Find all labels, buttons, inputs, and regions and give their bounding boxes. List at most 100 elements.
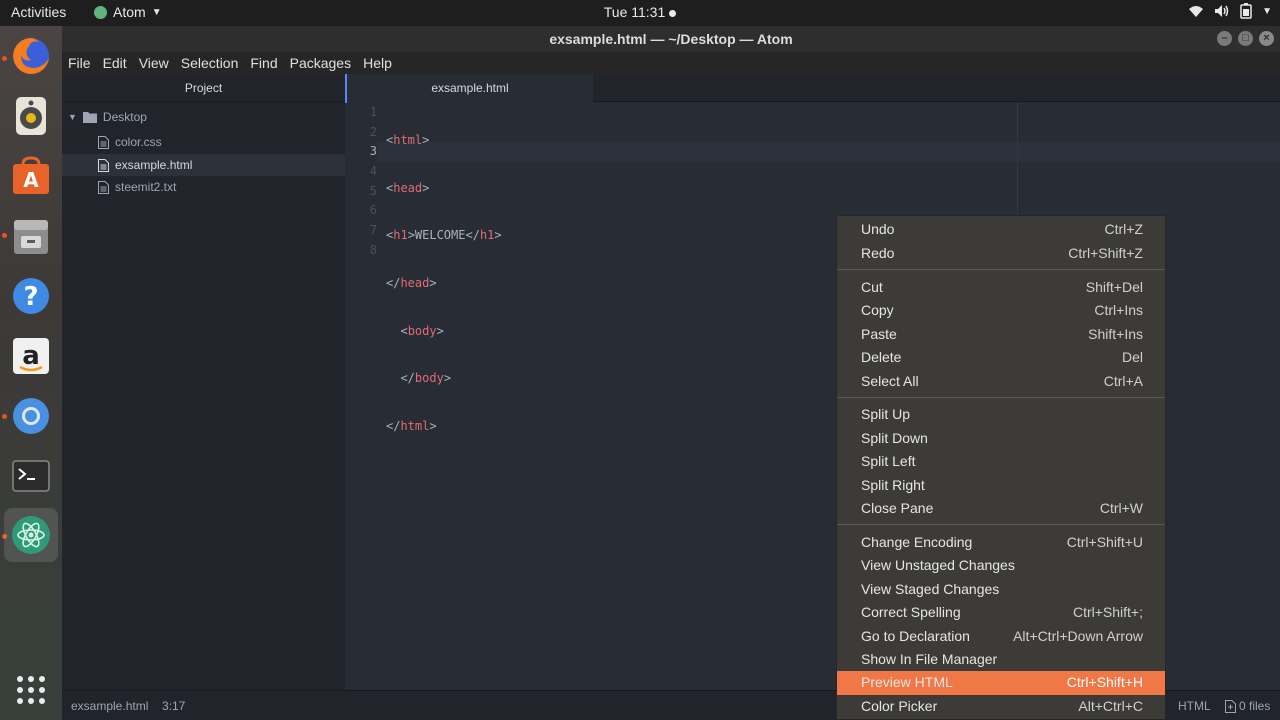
menu-item-label: Paste xyxy=(861,325,897,342)
menu-bar: File Edit View Selection Find Packages H… xyxy=(62,52,1280,74)
maximize-icon[interactable]: □ xyxy=(1238,31,1253,46)
menu-edit[interactable]: Edit xyxy=(97,52,133,74)
menu-item-view-unstaged-changes[interactable]: View Unstaged Changes xyxy=(837,554,1165,578)
menu-item-accel: Shift+Del xyxy=(1085,278,1143,295)
menu-item-label: Go to Declaration xyxy=(861,627,970,644)
code-line: <body> xyxy=(386,323,444,338)
atom-icon[interactable] xyxy=(4,508,58,562)
code-line: </body> xyxy=(386,371,452,386)
clock[interactable]: Tue 11:31 xyxy=(0,4,1280,20)
window-title-bar[interactable]: exsample.html — ~/Desktop — Atom – □ × xyxy=(62,26,1280,52)
menu-item-correct-spelling[interactable]: Correct Spelling Ctrl+Shift+; xyxy=(837,601,1165,625)
menu-find[interactable]: Find xyxy=(244,52,283,74)
menu-help[interactable]: Help xyxy=(357,52,398,74)
line-number: 4 xyxy=(369,164,377,179)
menu-item-split-down[interactable]: Split Down xyxy=(837,427,1165,451)
menu-item-accel: Ctrl+Shift+U xyxy=(1066,533,1143,550)
close-icon[interactable]: × xyxy=(1259,31,1274,46)
chromium-icon[interactable] xyxy=(9,394,53,438)
system-tray[interactable]: ▼ xyxy=(1188,3,1272,19)
code-line: <h1>WELCOME</h1> xyxy=(386,228,502,243)
menu-item-show-in-file-manager[interactable]: Show In File Manager xyxy=(837,648,1165,672)
firefox-icon[interactable] xyxy=(9,34,53,78)
help-icon[interactable]: ? xyxy=(9,274,53,318)
menu-item-label: Undo xyxy=(861,221,895,237)
tab-exsample-html[interactable]: exsample.html xyxy=(345,74,593,103)
code-line: <html> xyxy=(386,133,430,147)
menu-selection[interactable]: Selection xyxy=(175,52,245,74)
menu-item-accel: Ctrl+Z xyxy=(1104,221,1144,237)
menu-item-accel: Alt+Ctrl+C xyxy=(1078,697,1143,714)
svg-text:?: ? xyxy=(23,282,38,312)
code-line: </head> xyxy=(386,276,437,291)
menu-item-label: Delete xyxy=(861,349,902,365)
menu-item-label: Correct Spelling xyxy=(861,604,961,620)
menu-item-change-encoding[interactable]: Change Encoding Ctrl+Shift+U xyxy=(837,531,1165,555)
menu-item-copy[interactable]: Copy Ctrl+Ins xyxy=(837,299,1165,323)
amazon-icon[interactable]: a xyxy=(9,334,53,378)
menu-item-label: Close Pane xyxy=(861,500,934,516)
menu-item-label: Cut xyxy=(861,278,883,295)
menu-item-preview-html[interactable]: Preview HTML Ctrl+Shift+H xyxy=(837,671,1165,695)
menu-item-view-staged-changes[interactable]: View Staged Changes xyxy=(837,578,1165,602)
menu-item-accel: Del xyxy=(1121,349,1143,365)
line-number-gutter: 1 2 3 4 5 6 7 8 xyxy=(345,103,377,261)
tree-file-color-css[interactable]: color.css xyxy=(62,131,345,153)
menu-item-split-up[interactable]: Split Up xyxy=(837,403,1165,427)
notification-dot-icon xyxy=(669,9,677,17)
project-panel-title: Project xyxy=(62,74,345,102)
cursor-line-highlight xyxy=(378,142,1280,162)
menu-item-close-pane[interactable]: Close Pane Ctrl+W xyxy=(837,497,1165,521)
code-content[interactable]: <html> <head> <h1>WELCOME</h1> </head> <… xyxy=(386,103,502,513)
project-tree-panel: Project ▼ Desktop color.css exsample.htm… xyxy=(62,74,345,690)
battery-icon xyxy=(1240,3,1252,19)
context-menu: Undo Ctrl+Z Redo Ctrl+Shift+Z Cut Shift+… xyxy=(836,215,1166,720)
show-applications-icon[interactable] xyxy=(9,668,53,712)
menu-item-paste[interactable]: Paste Shift+Ins xyxy=(837,323,1165,347)
tree-file-label: steemit2.txt xyxy=(115,180,177,194)
menu-item-split-right[interactable]: Split Right xyxy=(837,474,1165,498)
minimize-icon[interactable]: – xyxy=(1217,31,1232,46)
system-menu-caret-icon: ▼ xyxy=(1262,5,1272,17)
line-number: 2 xyxy=(369,124,377,139)
menu-item-go-to-declaration[interactable]: Go to Declaration Alt+Ctrl+Down Arrow xyxy=(837,625,1165,649)
menu-view[interactable]: View xyxy=(133,52,175,74)
menu-item-label: Select All xyxy=(861,372,919,389)
status-grammar[interactable]: HTML xyxy=(1178,699,1211,713)
menu-item-undo[interactable]: Undo Ctrl+Z xyxy=(837,218,1165,242)
tab-bar: exsample.html xyxy=(345,74,1280,103)
svg-text:A: A xyxy=(23,168,39,192)
menu-item-select-all[interactable]: Select All Ctrl+A xyxy=(837,370,1165,394)
menu-item-label: View Unstaged Changes xyxy=(861,557,1015,573)
status-cursor-position[interactable]: 3:17 xyxy=(162,699,185,713)
menu-item-accel: Ctrl+Shift+; xyxy=(1072,604,1143,620)
status-file-name[interactable]: exsample.html xyxy=(71,699,148,713)
menu-item-split-left[interactable]: Split Left xyxy=(837,450,1165,474)
software-center-icon[interactable]: A xyxy=(9,154,53,198)
tree-file-steemit2-txt[interactable]: steemit2.txt xyxy=(62,176,345,198)
line-number: 1 xyxy=(369,105,377,119)
file-icon xyxy=(98,135,109,149)
files-icon[interactable] xyxy=(9,214,53,258)
line-number: 7 xyxy=(369,223,377,238)
status-git-files[interactable]: 0 files xyxy=(1225,699,1270,713)
menu-item-delete[interactable]: Delete Del xyxy=(837,346,1165,370)
menu-item-accel: Ctrl+W xyxy=(1099,500,1143,516)
code-line: <head> xyxy=(386,180,430,195)
menu-file[interactable]: File xyxy=(62,52,97,74)
line-number: 8 xyxy=(369,242,377,257)
menu-item-label: Split Down xyxy=(861,429,928,446)
running-indicator xyxy=(2,233,7,238)
rhythmbox-icon[interactable] xyxy=(9,94,53,138)
svg-text:a: a xyxy=(22,341,40,371)
tree-folder-desktop[interactable]: ▼ Desktop xyxy=(68,106,345,128)
menu-item-cut[interactable]: Cut Shift+Del xyxy=(837,276,1165,300)
line-number: 5 xyxy=(369,183,377,198)
menu-item-redo[interactable]: Redo Ctrl+Shift+Z xyxy=(837,242,1165,266)
menu-packages[interactable]: Packages xyxy=(284,52,357,74)
status-files-count: 0 files xyxy=(1239,699,1271,713)
terminal-icon[interactable] xyxy=(9,454,53,498)
volume-icon xyxy=(1214,4,1230,18)
menu-item-color-picker[interactable]: Color Picker Alt+Ctrl+C xyxy=(837,695,1165,719)
tree-file-exsample-html[interactable]: exsample.html xyxy=(62,154,345,176)
